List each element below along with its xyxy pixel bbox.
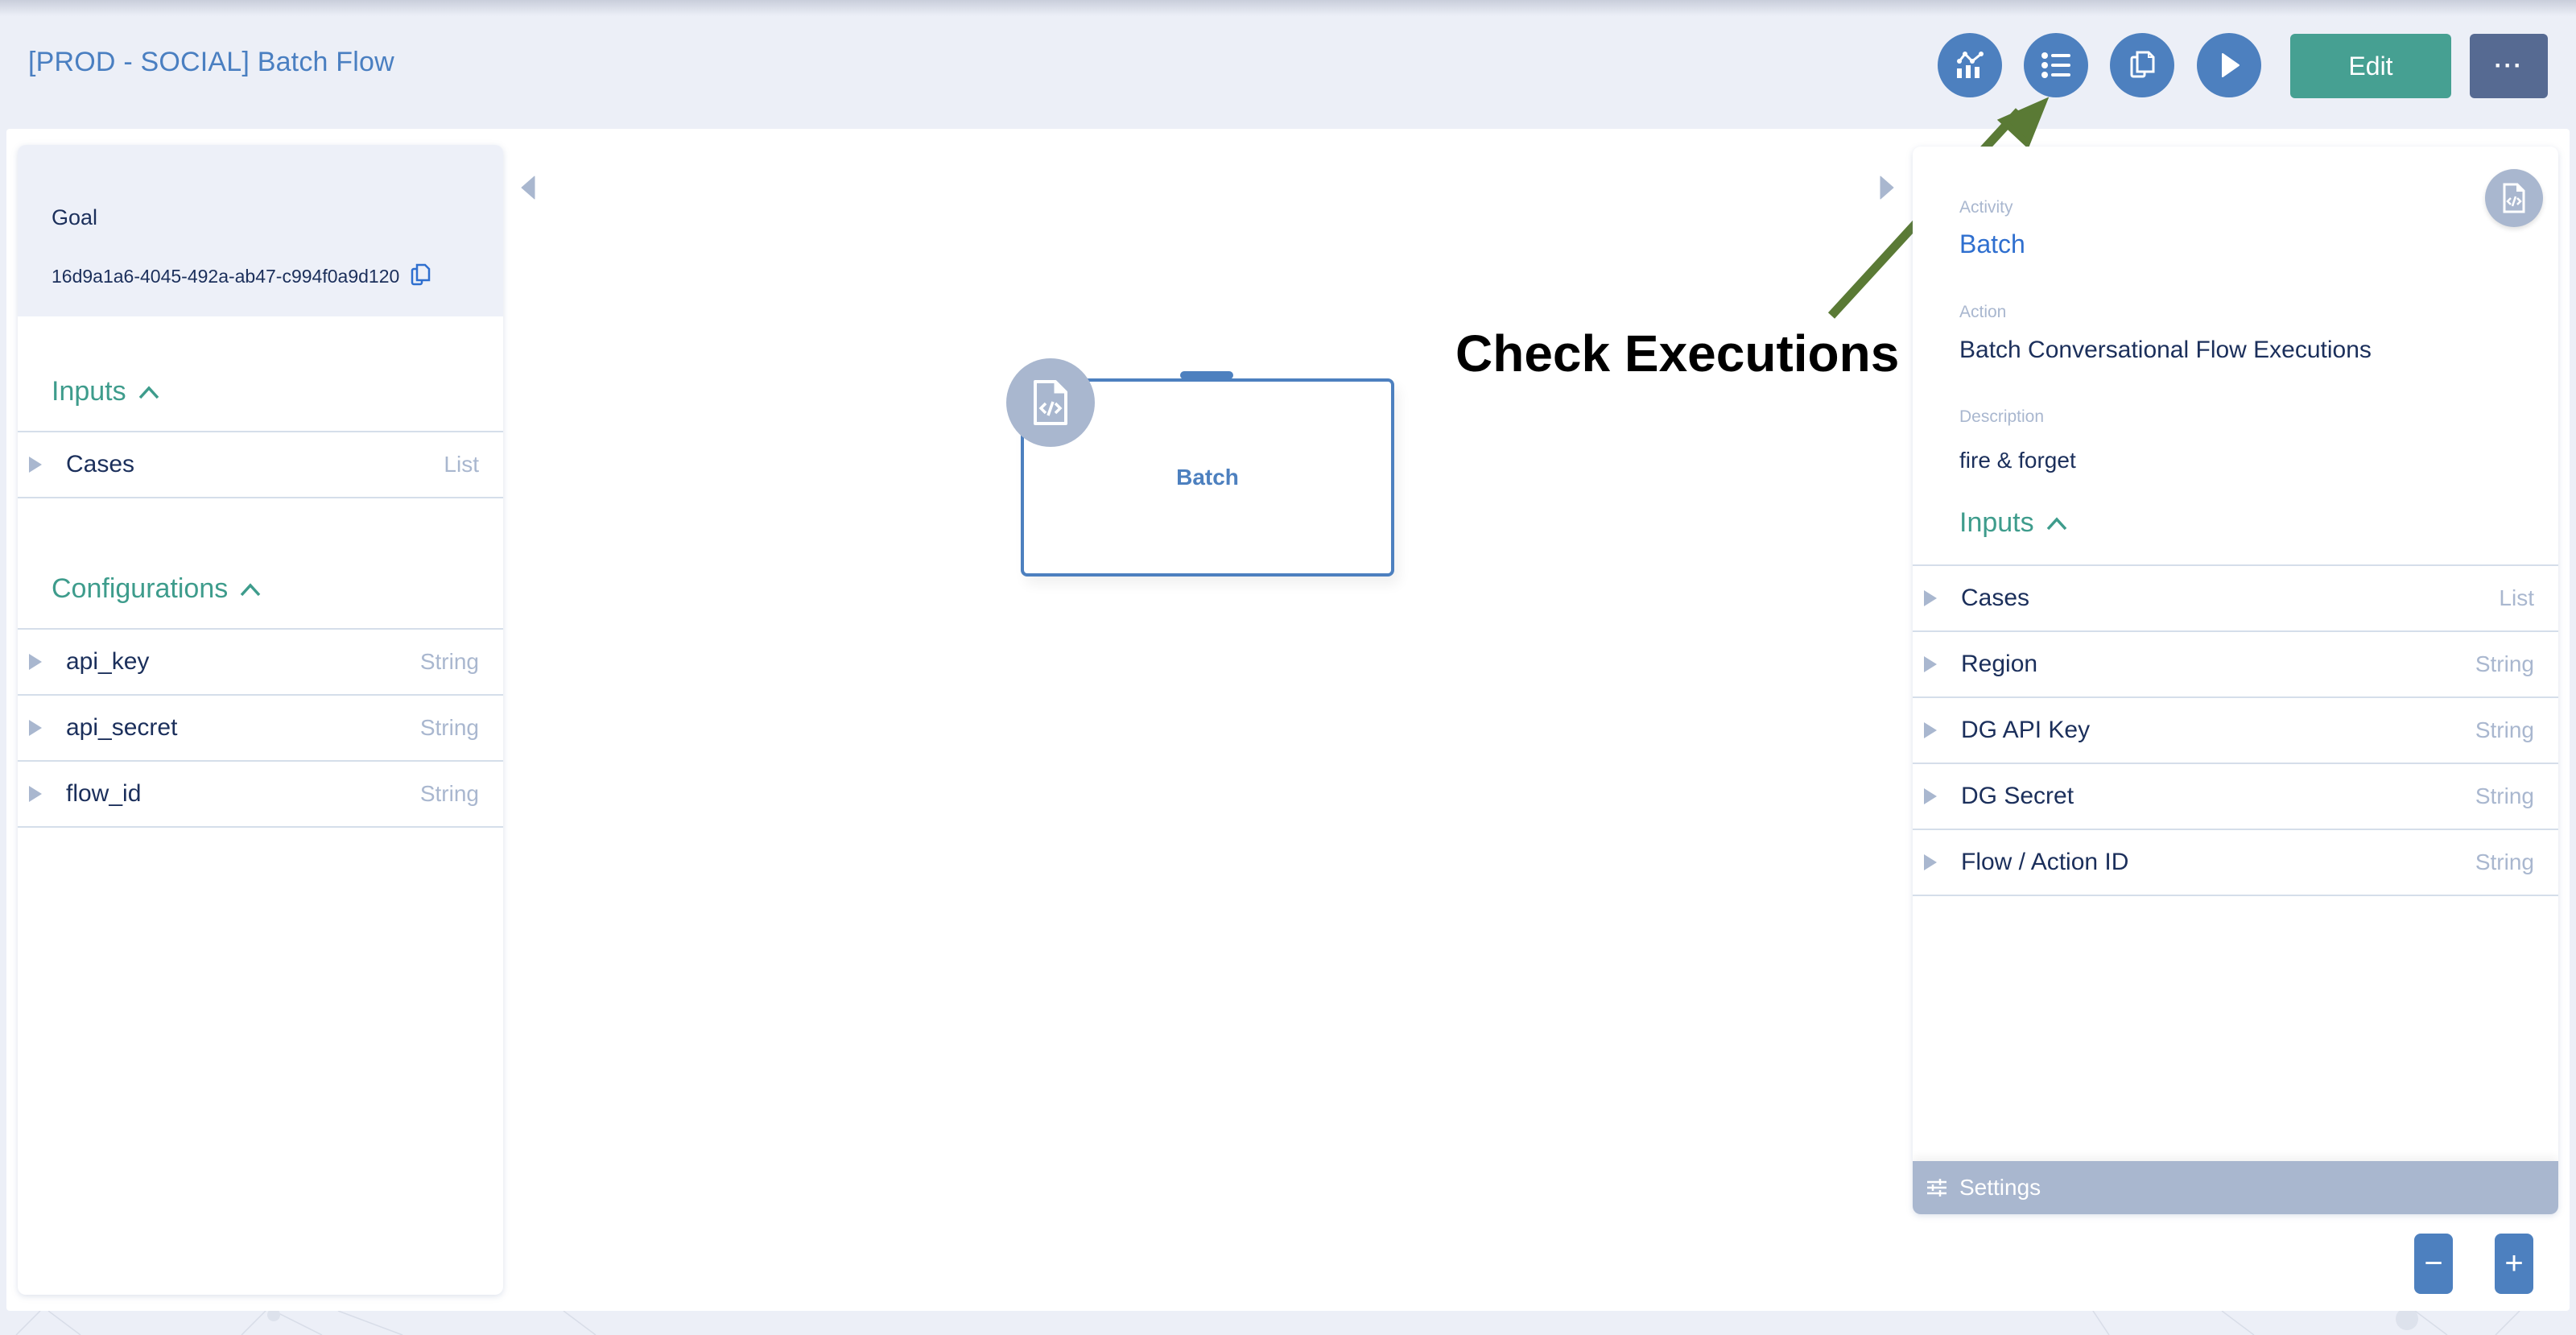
play-icon	[2222, 53, 2240, 77]
zoom-in-button[interactable]: +	[2495, 1234, 2533, 1294]
zoom-out-button[interactable]: −	[2414, 1234, 2453, 1294]
input-type: String	[2475, 651, 2534, 676]
goal-panel: Goal 16d9a1a6-4045-492a-ab47-c994f0a9d12…	[18, 145, 503, 1295]
input-row-dg-api-key[interactable]: DG API Key String	[1913, 696, 2558, 763]
activity-details-panel: Activity Batch Action Batch Conversation…	[1913, 147, 2558, 1214]
input-type: List	[444, 452, 479, 477]
input-row-cases[interactable]: Cases List	[18, 431, 503, 497]
chevron-up-icon	[240, 582, 261, 596]
action-value: Batch Conversational Flow Executions	[1959, 337, 2372, 363]
expand-arrow-icon	[1924, 788, 1937, 804]
config-name: api_key	[66, 648, 150, 675]
node-label: Batch	[1176, 465, 1239, 490]
expand-arrow-icon	[29, 654, 42, 670]
config-name: flow_id	[66, 780, 142, 807]
expand-arrow-icon	[29, 786, 42, 802]
chevron-up-icon	[2046, 516, 2066, 530]
config-row-api-secret[interactable]: api_secret String	[18, 694, 503, 760]
input-row-flow-action-id[interactable]: Flow / Action ID String	[1913, 829, 2558, 895]
activity-label: Activity	[1959, 198, 2013, 217]
expand-arrow-icon	[29, 720, 42, 736]
input-row-dg-secret[interactable]: DG Secret String	[1913, 763, 2558, 829]
config-name: api_secret	[66, 714, 178, 741]
input-name: DG API Key	[1961, 717, 2091, 743]
sliders-icon	[1927, 1179, 1946, 1197]
expand-arrow-icon	[1924, 656, 1937, 672]
config-row-api-key[interactable]: api_key String	[18, 628, 503, 694]
background-network-pattern	[15, 1311, 2520, 1335]
inputs-title: Inputs	[52, 376, 126, 407]
description-label: Description	[1959, 407, 2045, 426]
expand-arrow-icon	[29, 457, 42, 473]
goal-header	[18, 145, 503, 316]
header-shadow	[0, 0, 2576, 16]
expand-arrow-icon	[1924, 590, 1937, 606]
input-type: String	[2475, 783, 2534, 808]
edit-button[interactable]: Edit	[2290, 34, 2451, 98]
chart-icon	[1957, 52, 1984, 78]
input-name: Cases	[66, 451, 135, 477]
view-code-button[interactable]	[2485, 169, 2543, 227]
more-options-button[interactable]: ···	[2470, 34, 2548, 98]
input-name: Flow / Action ID	[1961, 849, 2129, 875]
goal-id: 16d9a1a6-4045-492a-ab47-c994f0a9d120	[52, 266, 400, 287]
expand-arrow-icon	[1924, 854, 1937, 870]
input-type: String	[2475, 717, 2534, 742]
config-type: String	[419, 715, 479, 740]
executions-list-button[interactable]	[2024, 33, 2088, 97]
annotation-label: Check Executions	[1455, 324, 1900, 382]
expand-arrow-icon	[1924, 722, 1937, 738]
configurations-title: Configurations	[52, 573, 229, 604]
input-name: Region	[1961, 651, 2038, 677]
configurations-toggle[interactable]: Configurations	[52, 573, 262, 605]
config-type: String	[419, 781, 479, 806]
collapse-left-panel-icon[interactable]	[520, 176, 536, 200]
description-value: fire & forget	[1959, 448, 2076, 473]
activity-value: Batch	[1959, 229, 2025, 258]
input-row-region[interactable]: Region String	[1913, 630, 2558, 696]
divider	[18, 497, 503, 498]
chevron-up-icon	[138, 385, 159, 399]
input-row-cases[interactable]: Cases List	[1913, 564, 2558, 630]
action-label: Action	[1959, 303, 2007, 321]
analytics-button[interactable]	[1938, 33, 2002, 97]
page-title: [PROD - SOCIAL] Batch Flow	[28, 47, 394, 77]
copy-id-icon[interactable]	[411, 263, 431, 287]
settings-bar[interactable]: Settings	[1913, 1161, 2558, 1214]
collapse-right-panel-icon[interactable]	[1879, 176, 1895, 200]
copy-icon	[2130, 51, 2155, 78]
goal-label: Goal	[52, 205, 98, 229]
code-file-icon	[1034, 380, 1067, 425]
input-name: DG Secret	[1961, 783, 2074, 809]
input-type: String	[2475, 849, 2534, 874]
node-type-badge	[1006, 358, 1095, 447]
inputs-toggle[interactable]: Inputs	[52, 376, 160, 407]
inputs-title: Inputs	[1959, 507, 2034, 538]
divider	[18, 826, 503, 828]
config-type: String	[419, 649, 479, 674]
duplicate-button[interactable]	[2110, 33, 2174, 97]
run-button[interactable]	[2197, 33, 2261, 97]
list-icon	[2041, 52, 2070, 78]
divider	[1913, 895, 2558, 896]
code-file-icon	[2503, 183, 2525, 213]
input-name: Cases	[1961, 585, 2030, 611]
node-connector-handle[interactable]	[1180, 371, 1233, 379]
input-type: List	[2499, 585, 2534, 610]
inputs-toggle[interactable]: Inputs	[1959, 507, 2068, 539]
config-row-flow-id[interactable]: flow_id String	[18, 760, 503, 826]
settings-label: Settings	[1959, 1175, 2041, 1200]
